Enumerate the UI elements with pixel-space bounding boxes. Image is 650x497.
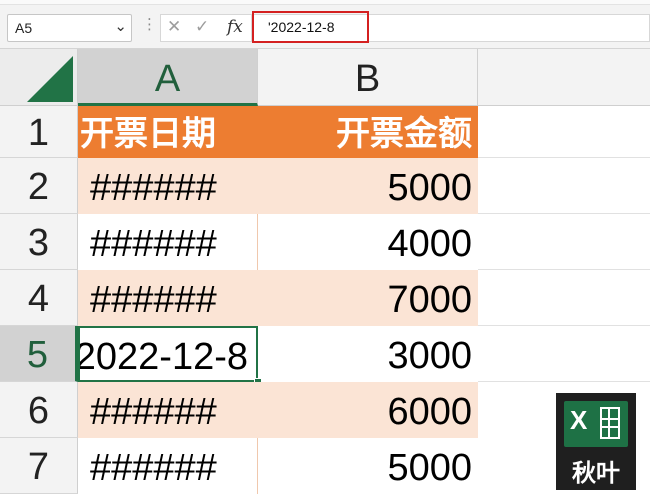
cell-a2[interactable]: ###### [78, 158, 258, 214]
cell-a3[interactable]: ###### [78, 214, 258, 270]
cell-b6[interactable]: 6000 [258, 382, 478, 438]
excel-qiuye-logo: X 秋叶 [556, 393, 636, 490]
column-header-b[interactable]: B [258, 49, 478, 106]
cell-b4[interactable]: 7000 [258, 270, 478, 326]
cell-b1[interactable]: 开票金额 [258, 106, 478, 158]
gridline [478, 157, 650, 158]
cell-b7[interactable]: 5000 [258, 438, 478, 494]
row-header-5[interactable]: 5 [0, 326, 78, 382]
gridline [478, 213, 650, 214]
name-box[interactable]: A5 ⌄ [7, 14, 132, 42]
formula-bar-separator[interactable]: ⋮ [142, 15, 157, 33]
enter-icon[interactable]: ✓ [195, 17, 209, 37]
cell-b3[interactable]: 4000 [258, 214, 478, 270]
column-header-empty [478, 49, 650, 106]
cell-a7[interactable]: ###### [78, 438, 258, 494]
cell-b2[interactable]: 5000 [258, 158, 478, 214]
name-box-value: A5 [15, 20, 33, 36]
logo-grid-icon [600, 407, 620, 439]
column-header-a[interactable]: A [78, 49, 258, 106]
cell-a5-value: 2022-12-8 [78, 336, 248, 378]
cell-b5[interactable]: 3000 [258, 326, 478, 382]
chevron-down-icon[interactable]: ⌄ [114, 17, 127, 35]
cancel-icon[interactable]: ✕ [167, 17, 181, 37]
cell-a5-selected[interactable]: 2022-12-8 [78, 326, 258, 382]
cell-a6[interactable]: ###### [78, 382, 258, 438]
row-header-2[interactable]: 2 [0, 158, 78, 214]
gridline [478, 325, 650, 326]
cell-a1[interactable]: 开票日期 [78, 106, 258, 158]
formula-buttons: ✕ ✓ fx [160, 14, 252, 42]
select-all-triangle-icon [27, 56, 73, 102]
logo-caption: 秋叶 [572, 459, 620, 487]
formula-highlight-box [252, 11, 369, 43]
row-header-6[interactable]: 6 [0, 382, 78, 438]
row-header-3[interactable]: 3 [0, 214, 78, 270]
row-header-4[interactable]: 4 [0, 270, 78, 326]
row-header-1[interactable]: 1 [0, 106, 78, 158]
row-header-7[interactable]: 7 [0, 438, 78, 494]
ribbon-edge [0, 0, 650, 5]
cell-a4[interactable]: ###### [78, 270, 258, 326]
insert-function-button[interactable]: fx [227, 17, 243, 37]
gridline [478, 269, 650, 270]
logo-badge-letter: X [570, 405, 588, 435]
gridline [478, 381, 650, 382]
